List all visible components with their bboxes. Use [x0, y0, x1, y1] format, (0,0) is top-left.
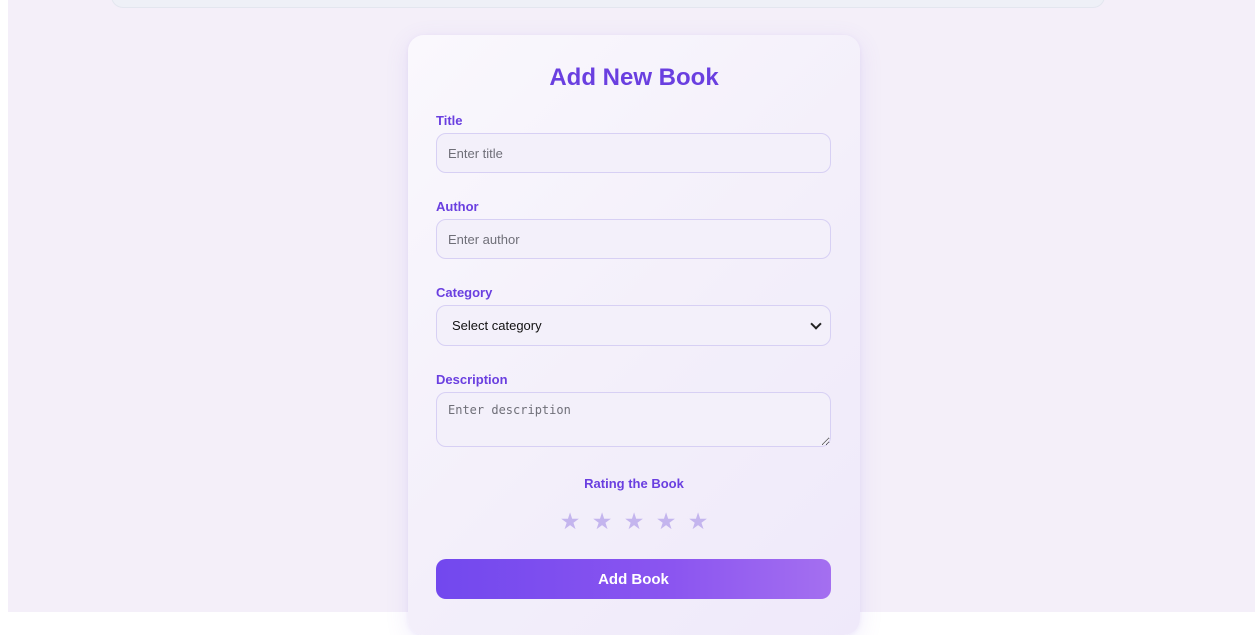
description-textarea[interactable]: [436, 392, 831, 447]
author-input[interactable]: [436, 219, 831, 259]
star-icon[interactable]: ★: [652, 507, 680, 537]
chevron-down-icon: [810, 317, 822, 330]
category-select[interactable]: Select category: [436, 305, 831, 346]
star-icon[interactable]: ★: [588, 507, 616, 537]
category-selected-value: Select category: [452, 318, 542, 333]
category-label: Category: [436, 285, 493, 300]
page-background: Add New Book Title Author Category Selec…: [8, 0, 1255, 635]
rating-label: Rating the Book: [584, 476, 684, 491]
title-input[interactable]: [436, 133, 831, 173]
description-label: Description: [436, 372, 508, 387]
author-label: Author: [436, 199, 479, 214]
star-rating: ★ ★ ★ ★ ★: [556, 507, 712, 537]
add-book-button[interactable]: Add Book: [436, 559, 831, 599]
star-icon[interactable]: ★: [556, 507, 584, 537]
star-icon[interactable]: ★: [620, 507, 648, 537]
top-search-bar[interactable]: [111, 0, 1105, 8]
title-label: Title: [436, 113, 463, 128]
add-book-card: Add New Book Title Author Category Selec…: [408, 35, 860, 635]
form-heading: Add New Book: [549, 64, 719, 91]
star-icon[interactable]: ★: [684, 507, 712, 537]
